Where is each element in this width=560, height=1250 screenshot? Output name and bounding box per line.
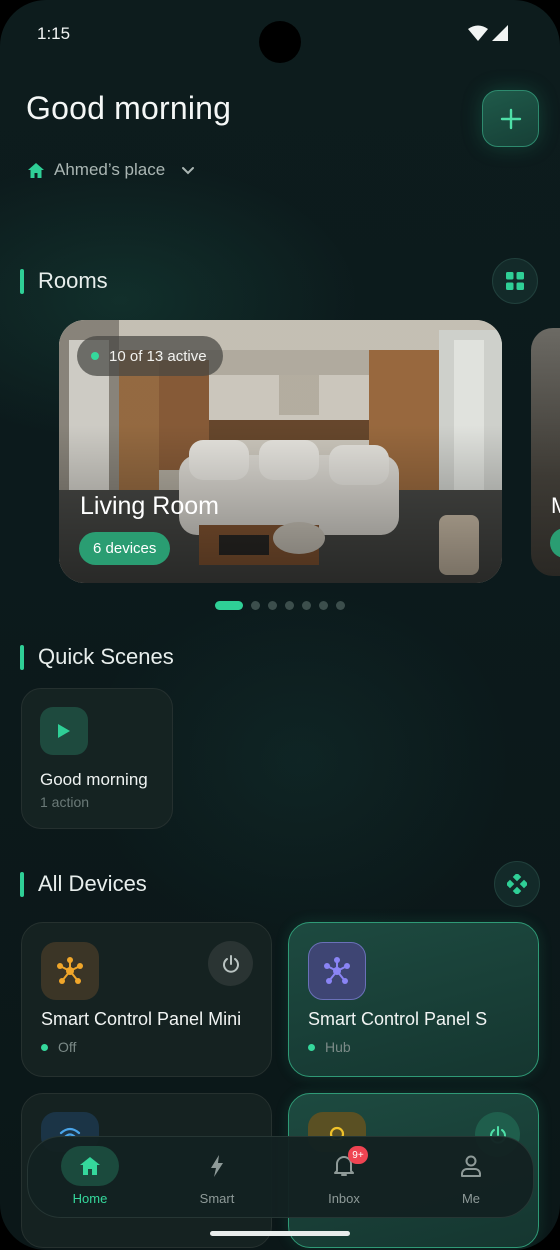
wifi-icon <box>468 25 488 41</box>
bolt-icon <box>211 1155 223 1177</box>
page-dot[interactable] <box>302 601 311 610</box>
device-card-control-panel-s[interactable]: Smart Control Panel S Hub <box>288 922 539 1077</box>
home-name: Ahmed’s place <box>54 160 166 179</box>
active-text: 10 of 13 active <box>109 347 207 365</box>
signal-icon <box>492 25 508 41</box>
nav-label: Me <box>461 1191 481 1206</box>
active-dot <box>91 352 99 360</box>
device-status-text: Hub <box>325 1039 351 1055</box>
device-card-control-panel-mini[interactable]: Smart Control Panel Mini Off <box>21 922 272 1077</box>
page-dot-active[interactable] <box>215 601 243 610</box>
device-status-text: Off <box>58 1039 77 1055</box>
active-status-pill: 10 of 13 active <box>77 336 223 376</box>
inbox-badge: 9+ <box>348 1146 368 1164</box>
device-count-pill <box>550 528 560 558</box>
device-name: Smart Control Panel Mini <box>41 1009 242 1029</box>
nav-item-smart[interactable]: Smart <box>167 1137 267 1219</box>
hub-icon <box>324 957 350 984</box>
scene-action-count: 1 action <box>40 794 90 810</box>
device-icon-box <box>308 942 366 1000</box>
add-button[interactable] <box>482 90 539 147</box>
phone-screen: 1:15 Good morning Ahmed’s place Rooms 10… <box>0 0 560 1250</box>
all-devices-header: All Devices <box>20 871 147 897</box>
home-icon <box>80 1157 100 1175</box>
page-dot[interactable] <box>336 601 345 610</box>
scene-card[interactable]: Good morning 1 action <box>21 688 173 829</box>
room-card-living-room[interactable]: 10 of 13 active Living Room 6 devices <box>59 320 502 583</box>
power-button[interactable] <box>208 941 253 986</box>
chevron-down-icon <box>182 166 195 174</box>
nav-label: Inbox <box>328 1191 360 1206</box>
home-icon <box>28 162 44 178</box>
nav-icon-wrap <box>442 1146 500 1186</box>
home-indicator[interactable] <box>210 1231 350 1236</box>
quick-scenes-header: Quick Scenes <box>20 644 174 670</box>
page-dot[interactable] <box>251 601 260 610</box>
carousel-pagination[interactable] <box>215 601 345 610</box>
page-dot[interactable] <box>268 601 277 610</box>
play-icon <box>58 724 70 738</box>
all-devices-title: All Devices <box>38 871 147 896</box>
nav-item-inbox[interactable]: 9+ Inbox <box>294 1137 394 1219</box>
grid-icon <box>506 272 524 290</box>
status-dot <box>308 1043 315 1051</box>
play-button[interactable] <box>40 707 88 755</box>
device-name: Smart Control Panel S <box>308 1009 488 1029</box>
device-status: Off <box>41 1039 76 1055</box>
rooms-grid-button[interactable] <box>492 258 538 304</box>
status-icons <box>468 25 508 41</box>
section-accent-bar <box>20 871 24 897</box>
quick-scenes-title: Quick Scenes <box>38 644 174 669</box>
person-icon <box>461 1155 481 1177</box>
room-name: M <box>551 493 560 519</box>
rooms-header: Rooms <box>20 268 108 294</box>
page-dot[interactable] <box>319 601 328 610</box>
nav-icon-wrap: 9+ <box>315 1146 373 1186</box>
devices-layout-button[interactable] <box>494 861 540 907</box>
plus-icon <box>500 108 521 129</box>
rooms-title: Rooms <box>38 268 108 293</box>
hub-icon <box>57 957 83 984</box>
status-time: 1:15 <box>37 24 71 43</box>
nav-item-me[interactable]: Me <box>421 1137 521 1219</box>
device-status: Hub <box>308 1039 351 1055</box>
home-selector[interactable]: Ahmed’s place <box>28 160 195 180</box>
section-accent-bar <box>20 644 24 670</box>
nav-label: Smart <box>199 1191 235 1206</box>
nav-item-home[interactable]: Home <box>40 1137 140 1219</box>
greeting-title: Good morning <box>26 90 232 126</box>
nav-icon-wrap <box>188 1146 246 1186</box>
diamond-grid-icon <box>507 874 527 894</box>
nav-icon-wrap <box>61 1146 119 1186</box>
bottom-nav: Home Smart 9+ Inbox Me <box>27 1136 534 1218</box>
status-dot <box>41 1043 48 1051</box>
device-icon-box <box>41 942 99 1000</box>
room-card-next[interactable]: M <box>531 328 560 576</box>
camera-cutout <box>259 21 301 63</box>
section-accent-bar <box>20 268 24 294</box>
power-icon <box>222 954 239 973</box>
room-name: Living Room <box>80 492 219 520</box>
nav-label: Home <box>72 1191 108 1206</box>
device-count-pill: 6 devices <box>79 532 171 565</box>
page-dot[interactable] <box>285 601 294 610</box>
scene-name: Good morning <box>40 770 148 789</box>
